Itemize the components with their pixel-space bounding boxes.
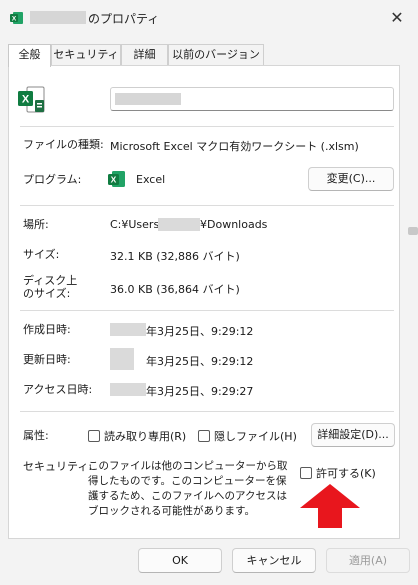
redacted-filename [115,93,181,105]
excel-icon: X [108,171,125,187]
tab-general[interactable]: 全般 [8,44,51,67]
location-suffix: ¥Downloads [200,218,268,231]
window-title: のプロパティ [88,12,160,26]
svg-text:X: X [12,16,17,23]
file-type-value: Microsoft Excel マクロ有効ワークシート (.xlsm) [110,140,359,153]
redacted-filename [30,11,86,24]
hidden-checkbox[interactable]: 隠しファイル(H) [198,428,297,444]
readonly-checkbox[interactable]: 読み取り専用(R) [88,428,186,444]
separator [20,126,394,127]
redacted-year [110,348,134,370]
program-value: Excel [136,173,166,186]
excel-icon: X [10,12,23,24]
security-warning-text: このファイルは他のコンピューターから取得したものです。このコンピューターを保護す… [88,460,288,517]
tab-previous-versions[interactable]: 以前のバージョン [168,44,264,65]
close-button[interactable]: ✕ [384,6,410,30]
redacted-year [110,323,146,336]
svg-text:X: X [111,175,117,185]
modified-label: 更新日時: [23,353,71,366]
attributes-label: 属性: [23,429,49,442]
change-program-button[interactable]: 変更(C)... [308,167,394,191]
size-label: サイズ: [23,248,60,261]
program-label: プログラム: [23,173,82,186]
created-value: 年3月25日、9:29:12 [146,325,254,338]
tab-security[interactable]: セキュリティ [51,44,121,65]
accessed-label: アクセス日時: [23,383,93,396]
advanced-button[interactable]: 詳細設定(D)... [311,423,395,447]
file-type-label: ファイルの種類: [23,138,104,151]
location-label: 場所: [23,218,49,231]
red-up-arrow [300,484,360,528]
disk-size-label: ディスク上 のサイズ: [23,274,78,300]
created-label: 作成日時: [23,323,71,336]
unblock-checkbox[interactable]: 許可する(K) [300,465,376,481]
cancel-button[interactable]: キャンセル [232,548,316,573]
filename-input[interactable] [110,87,394,111]
separator [20,310,394,311]
apply-button[interactable]: 適用(A) [326,548,410,573]
scrollbar-thumb[interactable] [408,227,418,235]
separator [20,205,394,206]
redacted-year [110,383,146,396]
redacted-username [158,218,200,231]
disk-size-value: 36.0 KB (36,864 バイト) [110,283,240,296]
excel-macro-file-icon: X [18,86,45,113]
separator [20,411,394,412]
ok-button[interactable]: OK [138,548,222,573]
close-icon: ✕ [390,8,404,27]
title-bar: X のプロパティ ✕ [0,0,418,36]
security-label: セキュリティ: [23,460,93,473]
accessed-value: 年3月25日、9:29:27 [146,385,254,398]
modified-value: 年3月25日、9:29:12 [146,355,254,368]
tab-details[interactable]: 詳細 [121,44,168,65]
svg-text:X: X [22,94,30,106]
size-value: 32.1 KB (32,886 バイト) [110,250,240,263]
